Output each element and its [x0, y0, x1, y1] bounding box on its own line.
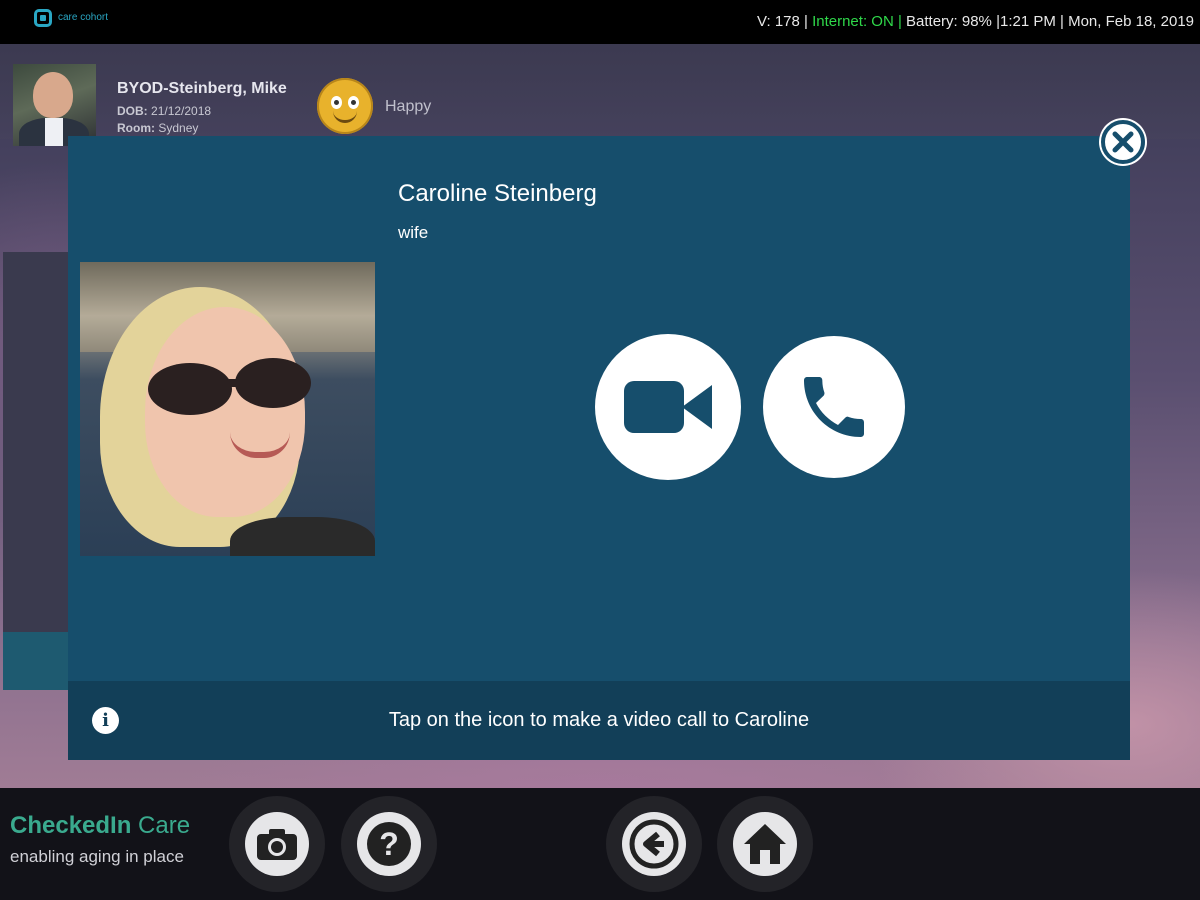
internet-status: Internet: ON |	[812, 13, 902, 30]
status-bar: care cohort V: 178 | Internet: ON | Batt…	[0, 0, 1200, 44]
video-camera-icon	[624, 381, 712, 433]
status-line: V: 178 | Internet: ON | Battery: 98% |1:…	[757, 13, 1194, 30]
back-button[interactable]	[606, 796, 702, 892]
dob-label: DOB:	[117, 104, 148, 118]
contact-name: Caroline Steinberg	[398, 180, 597, 207]
patient-room: Room: Sydney	[117, 121, 198, 135]
mood-label: Happy	[385, 98, 432, 115]
dob-value: 21/12/2018	[151, 104, 212, 118]
version-text: V: 178 |	[757, 13, 808, 30]
brand-tagline: enabling aging in place	[10, 847, 184, 866]
help-button[interactable]: ?	[341, 796, 437, 892]
instruction-text: Tap on the icon to make a video call to …	[388, 709, 810, 731]
mood-happy-icon[interactable]	[317, 78, 373, 134]
close-icon	[1101, 120, 1145, 164]
patient-dob: DOB: 21/12/2018	[117, 104, 211, 118]
contact-call-dialog: Caroline Steinberg wife i Tap on the ico…	[68, 136, 1130, 760]
home-icon	[744, 824, 786, 864]
logo-icon	[34, 9, 52, 27]
room-value: Sydney	[158, 121, 199, 135]
app-logo: care cohort	[34, 9, 108, 27]
close-dialog-button[interactable]	[1099, 118, 1147, 166]
bottom-nav-bar: CheckedIn Care enabling aging in place ?	[0, 788, 1200, 900]
dialog-footer: i Tap on the icon to make a video call t…	[68, 681, 1130, 760]
brand-bold: CheckedIn	[10, 812, 132, 839]
contact-relationship: wife	[398, 223, 429, 242]
phone-icon	[804, 377, 864, 437]
brand-rest: Care	[131, 812, 191, 839]
background-panel	[3, 252, 68, 632]
help-icon: ?	[367, 822, 411, 866]
brand-title: CheckedIn Care	[10, 812, 190, 840]
room-label: Room:	[117, 121, 155, 135]
patient-name: BYOD-Steinberg, Mike	[117, 80, 287, 97]
contact-photo	[80, 262, 375, 556]
video-call-button[interactable]	[595, 334, 741, 480]
patient-avatar	[13, 64, 96, 146]
date-text: | Mon, Feb 18, 2019	[1060, 13, 1194, 30]
camera-button[interactable]	[229, 796, 325, 892]
back-icon	[629, 819, 679, 869]
battery-status: Battery: 98%	[906, 13, 992, 30]
time-text: |1:21 PM	[996, 13, 1056, 30]
camera-icon	[257, 829, 297, 860]
home-button[interactable]	[717, 796, 813, 892]
logo-text: care cohort	[58, 12, 109, 23]
voice-call-button[interactable]	[763, 336, 905, 478]
background-tab	[3, 632, 68, 690]
